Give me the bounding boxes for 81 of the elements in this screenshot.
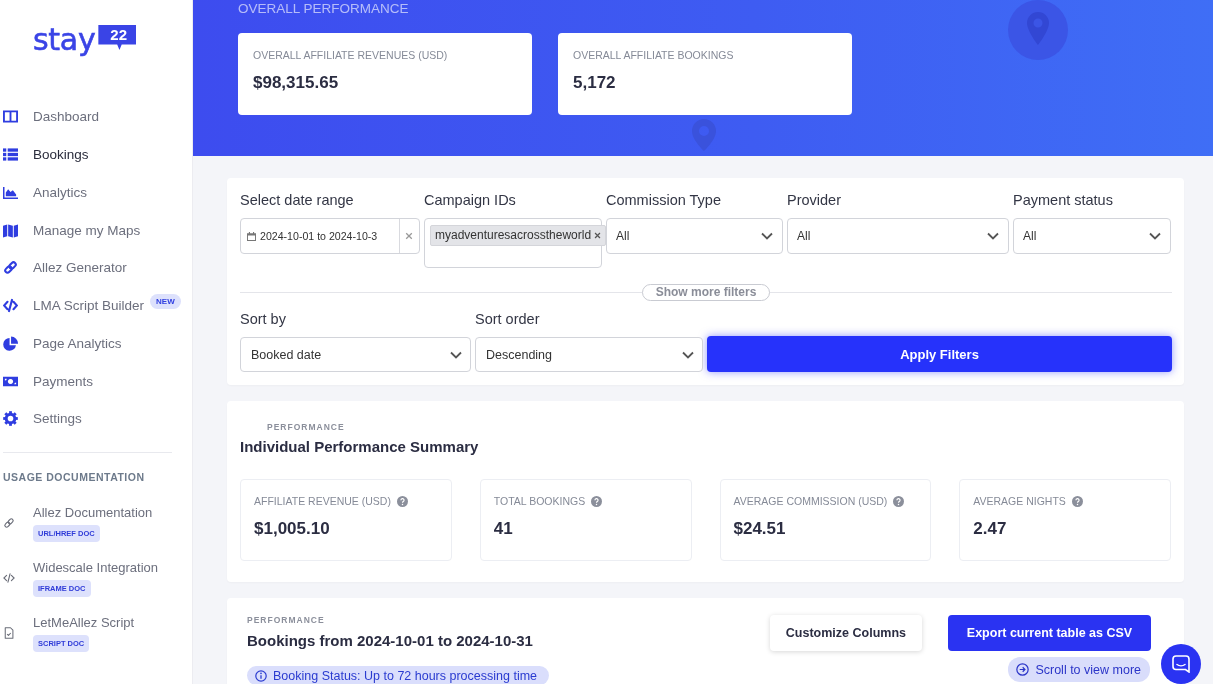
columns-icon bbox=[3, 109, 18, 125]
settings-icon bbox=[3, 411, 18, 427]
new-badge: NEW bbox=[150, 293, 181, 309]
field-label: Provider bbox=[787, 192, 842, 208]
field-label: Select date range bbox=[240, 192, 355, 208]
select-field[interactable]: Descending bbox=[475, 337, 703, 372]
stat-value: 5,172 bbox=[573, 72, 616, 94]
date-range-field[interactable]: 2024-10-01 to 2024-10-3 bbox=[240, 218, 420, 254]
scroll-hint-button[interactable]: Scroll to view more bbox=[1008, 657, 1150, 682]
tag-chip: myadventuresacrosstheworld bbox=[430, 225, 607, 246]
calendar-icon bbox=[247, 231, 256, 241]
card-title: Individual Performance Summary bbox=[240, 437, 480, 457]
remove-icon[interactable] bbox=[594, 232, 602, 239]
select-field[interactable]: Booked date bbox=[240, 337, 471, 372]
sidebar-item[interactable]: LMA Script Builder NEW bbox=[0, 286, 192, 325]
select-field[interactable]: All bbox=[787, 218, 1009, 254]
arrow-right-circle-icon bbox=[1016, 663, 1030, 676]
apply-filters-button[interactable]: Apply Filters bbox=[707, 336, 1172, 372]
map-pin-icon bbox=[1008, 0, 1068, 60]
field-label: Payment status bbox=[1013, 192, 1114, 208]
chevron-down-icon bbox=[987, 232, 999, 240]
doc-link[interactable]: Widescale Integration bbox=[33, 558, 158, 576]
help-icon[interactable] bbox=[591, 495, 603, 507]
area-chart-icon bbox=[3, 184, 18, 200]
eyebrow-label: PERFORMANCE bbox=[247, 615, 325, 625]
sidebar-item[interactable]: Dashboard bbox=[0, 98, 192, 136]
metric-label: AFFILIATE REVENUE (USD) bbox=[254, 494, 391, 508]
code-icon bbox=[3, 571, 15, 584]
sidebar-item[interactable]: Allez Generator bbox=[0, 249, 192, 287]
field-label: Sort order bbox=[475, 311, 541, 327]
card-title: Bookings from 2024-10-01 to 2024-10-31 bbox=[247, 631, 533, 651]
chat-icon bbox=[1172, 655, 1190, 673]
export-csv-button[interactable]: Export current table as CSV bbox=[948, 615, 1151, 651]
metric-value: $1,005.10 bbox=[254, 518, 330, 540]
help-icon[interactable] bbox=[893, 495, 905, 507]
eyebrow-label: PERFORMANCE bbox=[267, 422, 346, 432]
map-icon bbox=[3, 222, 18, 238]
chevron-down-icon bbox=[761, 232, 773, 240]
metric-label: TOTAL BOOKINGS bbox=[493, 494, 586, 508]
help-icon[interactable] bbox=[1071, 495, 1083, 507]
customize-columns-button[interactable]: Customize Columns bbox=[769, 615, 922, 651]
sidebar-item[interactable]: Manage my Maps bbox=[0, 211, 192, 249]
section-heading: USAGE DOCUMENTATION bbox=[3, 469, 146, 484]
metric-value: $24.51 bbox=[733, 518, 786, 540]
stat-label: OVERALL AFFILIATE BOOKINGS bbox=[573, 48, 734, 62]
show-more-filters-button[interactable]: Show more filters bbox=[641, 284, 771, 301]
select-field[interactable]: All bbox=[1013, 218, 1171, 254]
file-icon bbox=[3, 626, 15, 639]
metric-label: AVERAGE NIGHTS bbox=[973, 494, 1066, 508]
link-icon bbox=[3, 260, 18, 276]
field-label: Campaign IDs bbox=[424, 192, 517, 208]
code-icon bbox=[3, 298, 18, 314]
chevron-down-icon bbox=[1149, 232, 1161, 240]
sidebar-item[interactable]: Payments bbox=[0, 362, 192, 400]
link-icon bbox=[3, 516, 15, 529]
section-title: OVERALL PERFORMANCE bbox=[238, 1, 410, 17]
status-note-text: Booking Status: Up to 72 hours processing time bbox=[273, 668, 538, 683]
clear-icon[interactable] bbox=[405, 232, 413, 240]
logo-wordmark: stay bbox=[33, 23, 96, 57]
metric-label: AVERAGE COMMISSION (USD) bbox=[733, 494, 888, 508]
chevron-down-icon bbox=[450, 350, 462, 359]
list-icon bbox=[3, 147, 18, 163]
doc-link[interactable]: Allez Documentation bbox=[33, 503, 153, 521]
help-icon[interactable] bbox=[396, 495, 408, 507]
doc-link[interactable]: LetMeAllez Script bbox=[33, 613, 135, 631]
chat-button[interactable] bbox=[1161, 644, 1201, 684]
sidebar-item[interactable]: Bookings bbox=[0, 135, 192, 174]
info-icon bbox=[255, 669, 267, 682]
sidebar-item[interactable]: Settings bbox=[0, 400, 192, 438]
sidebar-item[interactable]: Analytics bbox=[0, 173, 192, 212]
chevron-down-icon bbox=[682, 350, 694, 359]
select-field[interactable]: All bbox=[606, 218, 783, 254]
logo-badge: 22 bbox=[98, 25, 137, 50]
field-label: Commission Type bbox=[606, 192, 722, 208]
pie-chart-icon bbox=[3, 335, 18, 351]
metric-value: 41 bbox=[493, 518, 513, 540]
field-label: Sort by bbox=[240, 311, 287, 327]
metric-value: 2.47 bbox=[973, 518, 1007, 540]
sidebar-item[interactable]: Page Analytics bbox=[0, 324, 192, 363]
stat-value: $98,315.65 bbox=[253, 72, 339, 94]
stat-label: OVERALL AFFILIATE REVENUES (USD) bbox=[253, 48, 448, 62]
